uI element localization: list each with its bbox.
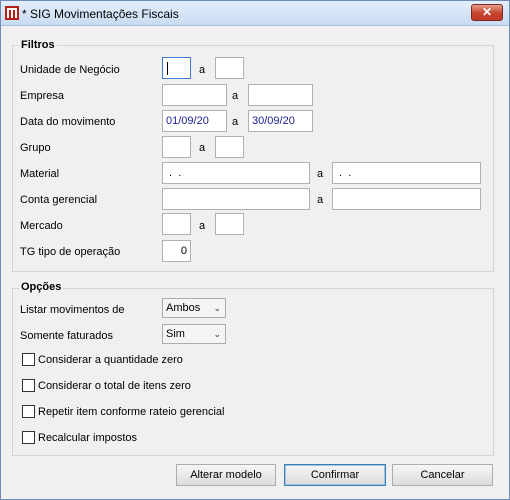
unidade-separator: a xyxy=(199,64,206,76)
cancelar-button[interactable]: Cancelar xyxy=(392,464,493,486)
mercado-separator: a xyxy=(199,220,206,232)
empresa-from-input[interactable] xyxy=(162,84,227,106)
check-total-itens-zero[interactable]: Considerar o total de itens zero xyxy=(22,379,191,392)
grupo-to-input[interactable] xyxy=(215,136,244,158)
checkbox-icon xyxy=(22,379,35,392)
opcoes-title: Opções xyxy=(19,281,64,293)
mercado-label: Mercado xyxy=(20,220,63,232)
conta-to-input[interactable] xyxy=(332,188,481,210)
checkbox-icon xyxy=(22,353,35,366)
filtros-title: Filtros xyxy=(19,39,57,51)
close-button[interactable]: ✕ xyxy=(471,4,503,21)
check-label: Considerar a quantidade zero xyxy=(38,354,183,366)
check-label: Repetir item conforme rateio gerencial xyxy=(38,406,225,418)
title-bar: * SIG Movimentações Fiscais ✕ xyxy=(1,1,509,26)
conta-label: Conta gerencial xyxy=(20,194,98,206)
dialog-window: * SIG Movimentações Fiscais ✕ Filtros Un… xyxy=(0,0,510,500)
close-icon: ✕ xyxy=(481,5,493,19)
tg-label: TG tipo de operação xyxy=(20,246,121,258)
material-to-input[interactable]: . . xyxy=(332,162,481,184)
check-label: Recalcular impostos xyxy=(38,432,138,444)
conta-separator: a xyxy=(317,194,324,206)
alterar-modelo-button[interactable]: Alterar modelo xyxy=(176,464,276,486)
material-from-input[interactable]: . . xyxy=(162,162,310,184)
mercado-from-input[interactable] xyxy=(162,213,191,235)
empresa-separator: a xyxy=(232,90,239,102)
text-caret xyxy=(167,61,168,75)
check-label: Considerar o total de itens zero xyxy=(38,380,191,392)
unidade-to-input[interactable] xyxy=(215,57,244,79)
empresa-to-input[interactable] xyxy=(248,84,313,106)
checkbox-icon xyxy=(22,405,35,418)
material-label: Material xyxy=(20,168,60,180)
data-label: Data do movimento xyxy=(20,116,116,128)
unidade-label: Unidade de Negócio xyxy=(20,64,120,76)
check-quantidade-zero[interactable]: Considerar a quantidade zero xyxy=(22,353,183,366)
faturados-value: Sim xyxy=(166,328,185,340)
grupo-from-input[interactable] xyxy=(162,136,191,158)
faturados-select[interactable]: Sim ⌄ xyxy=(162,324,226,344)
chevron-down-icon: ⌄ xyxy=(213,329,221,339)
data-separator: a xyxy=(232,116,239,128)
mercado-to-input[interactable] xyxy=(215,213,244,235)
confirmar-button[interactable]: Confirmar xyxy=(284,464,386,486)
tg-input[interactable]: 0 xyxy=(162,240,191,262)
window-title: * SIG Movimentações Fiscais xyxy=(22,7,179,21)
empresa-label: Empresa xyxy=(20,90,65,102)
data-to-input[interactable]: 30/09/20 xyxy=(248,110,313,132)
listar-value: Ambos xyxy=(166,302,201,314)
grupo-separator: a xyxy=(199,142,206,154)
data-from-input[interactable]: 01/09/20 xyxy=(162,110,227,132)
material-separator: a xyxy=(317,168,324,180)
listar-label: Listar movimentos de xyxy=(20,304,125,316)
listar-select[interactable]: Ambos ⌄ xyxy=(162,298,226,318)
unidade-from-input[interactable] xyxy=(162,57,191,79)
conta-from-input[interactable] xyxy=(162,188,310,210)
check-recalcular-impostos[interactable]: Recalcular impostos xyxy=(22,431,137,444)
checkbox-icon xyxy=(22,431,35,444)
chevron-down-icon: ⌄ xyxy=(213,303,221,313)
faturados-label: Somente faturados xyxy=(20,330,113,342)
grupo-label: Grupo xyxy=(20,142,51,154)
app-logo-icon xyxy=(5,6,19,20)
check-repetir-item[interactable]: Repetir item conforme rateio gerencial xyxy=(22,405,224,418)
filtros-group xyxy=(12,45,494,272)
